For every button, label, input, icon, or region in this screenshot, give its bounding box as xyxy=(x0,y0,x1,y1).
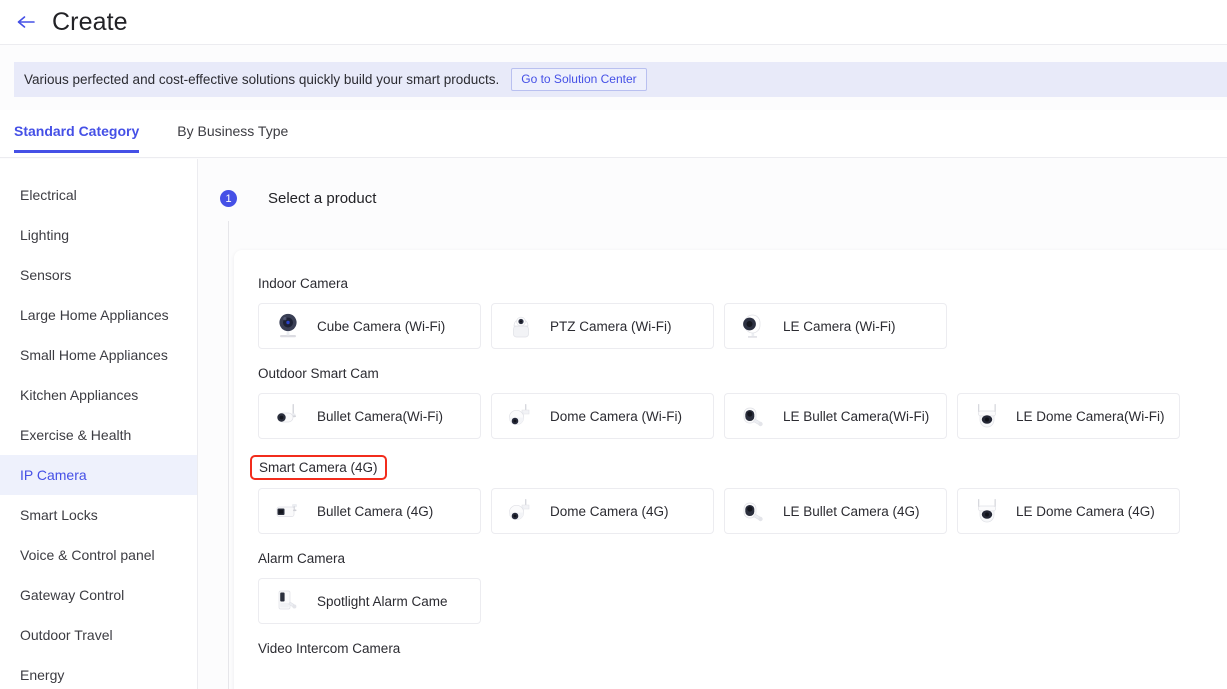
product-row-indoor-camera: Cube Camera (Wi-Fi) PTZ Camera (Wi-Fi) L… xyxy=(258,303,1227,349)
product-card-cube-camera-wifi[interactable]: Cube Camera (Wi-Fi) xyxy=(258,303,481,349)
sidebar-item-sensors[interactable]: Sensors xyxy=(0,255,197,295)
product-label: PTZ Camera (Wi-Fi) xyxy=(550,318,672,334)
product-card-le-camera-wifi[interactable]: LE Camera (Wi-Fi) xyxy=(724,303,947,349)
sidebar-item-smart-locks[interactable]: Smart Locks xyxy=(0,495,197,535)
product-card-ptz-camera-wifi[interactable]: PTZ Camera (Wi-Fi) xyxy=(491,303,714,349)
step-content: 1 Select a product Indoor Camera Cube Ca… xyxy=(198,159,1227,689)
product-label: LE Dome Camera(Wi-Fi) xyxy=(1016,408,1165,424)
product-label: Bullet Camera(Wi-Fi) xyxy=(317,408,444,424)
sidebar-item-exercise-health[interactable]: Exercise & Health xyxy=(0,415,197,455)
product-card-spotlight-alarm-camera[interactable]: Spotlight Alarm Came xyxy=(258,578,481,624)
spotlight-alarm-camera-icon xyxy=(271,584,305,618)
tab-by-business-type[interactable]: By Business Type xyxy=(177,123,288,152)
step-title: Select a product xyxy=(268,190,377,207)
product-panel: Indoor Camera Cube Camera (Wi-Fi) PTZ Ca… xyxy=(234,250,1227,689)
product-card-dome-camera-wifi[interactable]: Dome Camera (Wi-Fi) xyxy=(491,393,714,439)
dome-camera-icon xyxy=(504,494,538,528)
sidebar-item-kitchen-appliances[interactable]: Kitchen Appliances xyxy=(0,375,197,415)
sidebar-item-electrical[interactable]: Electrical xyxy=(0,175,197,215)
sidebar-item-large-home-appliances[interactable]: Large Home Appliances xyxy=(0,295,197,335)
group-label-smart-camera-4g: Smart Camera (4G) xyxy=(250,455,387,480)
page-body: Electrical Lighting Sensors Large Home A… xyxy=(0,159,1227,689)
product-row-alarm-camera: Spotlight Alarm Came xyxy=(258,578,1227,624)
step-header: 1 Select a product xyxy=(220,190,1227,207)
product-label: Cube Camera (Wi-Fi) xyxy=(317,318,446,334)
le-dome-camera-icon xyxy=(970,399,1004,433)
group-label-indoor-camera: Indoor Camera xyxy=(258,276,349,291)
product-label: Spotlight Alarm Came xyxy=(317,593,448,609)
product-row-outdoor-smart-cam: Bullet Camera(Wi-Fi) Dome Camera (Wi-Fi)… xyxy=(258,393,1227,439)
bullet-camera-icon xyxy=(271,494,305,528)
product-card-le-dome-camera-4g[interactable]: LE Dome Camera (4G) xyxy=(957,488,1180,534)
sidebar-item-ip-camera[interactable]: IP Camera xyxy=(0,455,197,495)
step-connector-line xyxy=(228,221,229,689)
le-bullet-camera-icon xyxy=(737,399,771,433)
page-title: Create xyxy=(52,7,128,36)
sidebar-item-gateway-control[interactable]: Gateway Control xyxy=(0,575,197,615)
product-row-smart-camera-4g: Bullet Camera (4G) Dome Camera (4G) LE B… xyxy=(258,488,1227,534)
sidebar-item-energy[interactable]: Energy xyxy=(0,655,197,689)
product-card-dome-camera-4g[interactable]: Dome Camera (4G) xyxy=(491,488,714,534)
category-sidebar: Electrical Lighting Sensors Large Home A… xyxy=(0,159,198,689)
product-label: LE Bullet Camera(Wi-Fi) xyxy=(783,408,930,424)
le-camera-icon xyxy=(737,309,771,343)
dome-camera-icon xyxy=(504,399,538,433)
sidebar-item-small-home-appliances[interactable]: Small Home Appliances xyxy=(0,335,197,375)
bullet-camera-icon xyxy=(271,399,305,433)
group-label-video-intercom-camera: Video Intercom Camera xyxy=(258,641,401,656)
page-header: Create xyxy=(0,0,1227,45)
arrow-left-icon[interactable] xyxy=(14,10,38,34)
step-number-badge: 1 xyxy=(220,190,237,207)
cube-camera-icon xyxy=(271,309,305,343)
le-bullet-camera-icon xyxy=(737,494,771,528)
product-label: Dome Camera (4G) xyxy=(550,503,669,519)
product-label: Bullet Camera (4G) xyxy=(317,503,434,519)
go-to-solution-center-button[interactable]: Go to Solution Center xyxy=(511,68,647,91)
sidebar-item-outdoor-travel[interactable]: Outdoor Travel xyxy=(0,615,197,655)
ptz-camera-icon xyxy=(504,309,538,343)
product-card-le-dome-camera-wifi[interactable]: LE Dome Camera(Wi-Fi) xyxy=(957,393,1180,439)
category-tabs: Standard Category By Business Type xyxy=(0,110,1227,158)
product-label: LE Camera (Wi-Fi) xyxy=(783,318,896,334)
product-card-bullet-camera-wifi[interactable]: Bullet Camera(Wi-Fi) xyxy=(258,393,481,439)
product-card-le-bullet-camera-4g[interactable]: LE Bullet Camera (4G) xyxy=(724,488,947,534)
le-dome-camera-icon xyxy=(970,494,1004,528)
create-product-page: Create Various perfected and cost-effect… xyxy=(0,0,1227,689)
product-label: LE Dome Camera (4G) xyxy=(1016,503,1155,519)
tab-standard-category[interactable]: Standard Category xyxy=(14,123,140,153)
product-card-le-bullet-camera-wifi[interactable]: LE Bullet Camera(Wi-Fi) xyxy=(724,393,947,439)
group-label-outdoor-smart-cam: Outdoor Smart Cam xyxy=(258,366,379,381)
sidebar-item-lighting[interactable]: Lighting xyxy=(0,215,197,255)
product-label: Dome Camera (Wi-Fi) xyxy=(550,408,683,424)
solution-banner: Various perfected and cost-effective sol… xyxy=(14,62,1227,97)
product-card-bullet-camera-4g[interactable]: Bullet Camera (4G) xyxy=(258,488,481,534)
product-label: LE Bullet Camera (4G) xyxy=(783,503,920,519)
sidebar-item-voice-control-panel[interactable]: Voice & Control panel xyxy=(0,535,197,575)
banner-text: Various perfected and cost-effective sol… xyxy=(24,72,500,87)
group-label-alarm-camera: Alarm Camera xyxy=(258,551,346,566)
